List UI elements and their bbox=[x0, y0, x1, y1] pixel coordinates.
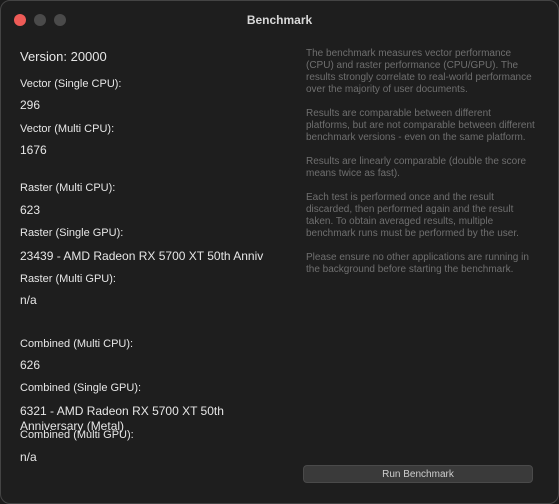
info-panel: The benchmark measures vector performanc… bbox=[306, 48, 536, 288]
info-paragraph: Each test is performed once and the resu… bbox=[306, 192, 519, 239]
combined-multi-cpu-value: 626 bbox=[20, 358, 41, 372]
vector-multi-cpu-value: 1676 bbox=[20, 143, 47, 157]
raster-single-gpu-value: 23439 - AMD Radeon RX 5700 XT 50th Anniv bbox=[20, 249, 264, 263]
raster-multi-gpu-value: n/a bbox=[20, 293, 37, 307]
info-paragraph: The benchmark measures vector performanc… bbox=[306, 48, 532, 95]
version-label: Version: 20000 bbox=[20, 49, 107, 64]
raster-multi-cpu-value: 623 bbox=[20, 203, 41, 217]
vector-multi-cpu-label: Vector (Multi CPU): bbox=[20, 123, 115, 135]
info-paragraph: Please ensure no other applications are … bbox=[306, 252, 529, 275]
title-bar: Benchmark bbox=[1, 1, 558, 38]
run-benchmark-button[interactable]: Run Benchmark bbox=[303, 465, 533, 483]
window-title: Benchmark bbox=[246, 13, 313, 27]
info-paragraph: Results are linearly comparable (double … bbox=[306, 156, 527, 179]
benchmark-window: Benchmark Version: 20000 Vector (Single … bbox=[0, 0, 559, 504]
combined-multi-gpu-value: n/a bbox=[20, 450, 37, 464]
info-paragraph: Results are comparable between different… bbox=[306, 108, 535, 143]
raster-single-gpu-label: Raster (Single GPU): bbox=[20, 227, 124, 239]
vector-single-cpu-value: 296 bbox=[20, 98, 41, 112]
combined-single-gpu-label: Combined (Single GPU): bbox=[20, 382, 142, 394]
raster-multi-cpu-label: Raster (Multi CPU): bbox=[20, 182, 116, 194]
raster-multi-gpu-label: Raster (Multi GPU): bbox=[20, 273, 116, 285]
vector-single-cpu-label: Vector (Single CPU): bbox=[20, 78, 122, 90]
combined-multi-cpu-label: Combined (Multi CPU): bbox=[20, 338, 134, 350]
combined-multi-gpu-label: Combined (Multi GPU): bbox=[20, 429, 134, 441]
